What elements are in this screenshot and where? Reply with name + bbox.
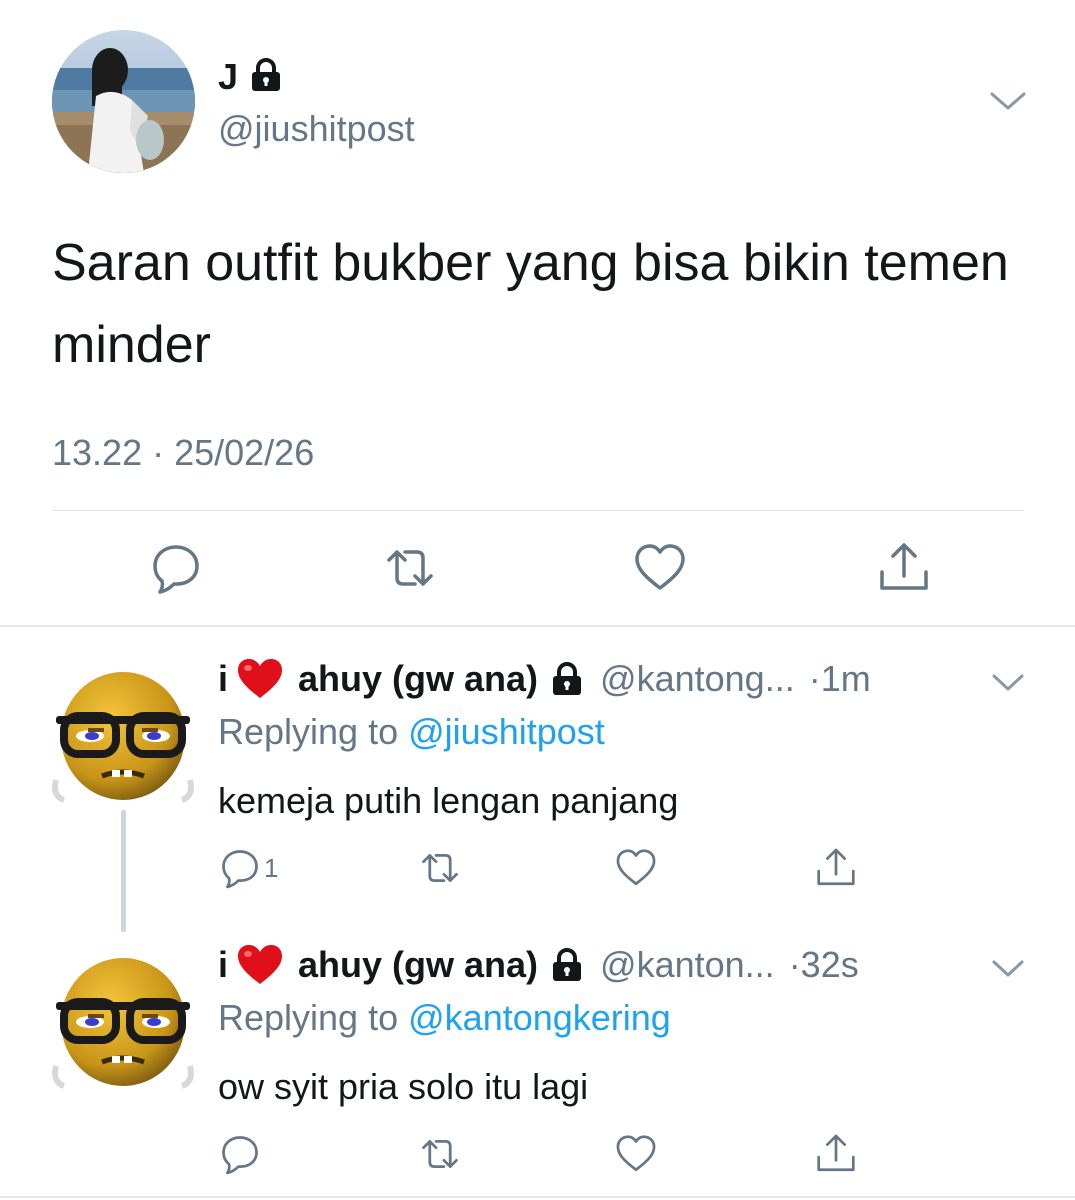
retweet-icon [422, 854, 458, 882]
tweet-text: Saran outfit bukber yang bisa bikin teme… [52, 234, 1009, 374]
replying-to: Replying to @kantongkering [218, 997, 671, 1039]
reply-display-name-prefix[interactable]: i [218, 658, 228, 700]
reply-button[interactable] [218, 1130, 262, 1178]
like-button[interactable] [614, 1130, 658, 1178]
reply-handle[interactable]: @kanton... [600, 944, 775, 986]
retweet-icon [422, 1140, 458, 1168]
reply-text: kemeja putih lengan panjang [218, 780, 679, 821]
reply-button[interactable]: 1 [218, 844, 278, 892]
replying-to-mention[interactable]: @jiushitpost [408, 711, 605, 752]
heart-icon [616, 849, 656, 886]
heart-icon [616, 1135, 656, 1172]
chevron-down-icon[interactable] [988, 86, 1028, 116]
reply-tweet[interactable]: i ahuy (gw ana) @kantong... ·1m Replying… [0, 628, 1075, 918]
retweet-icon[interactable] [382, 540, 438, 596]
replying-to: Replying to @jiushitpost [218, 711, 605, 753]
like-button[interactable] [614, 844, 658, 892]
reply-icon[interactable] [148, 540, 204, 596]
heart-icon[interactable] [632, 540, 688, 596]
author-handle[interactable]: @jiushitpost [218, 108, 415, 150]
share-button[interactable] [814, 844, 858, 892]
reply-display-name[interactable]: ahuy (gw ana) [298, 944, 538, 986]
author-name-row[interactable]: J [218, 56, 283, 98]
main-tweet: J @jiushitpost Saran outfit bukber yang … [0, 0, 1075, 625]
reply-avatar[interactable] [50, 946, 196, 1092]
reply-time[interactable]: ·32s [789, 944, 859, 986]
reply-display-name-prefix[interactable]: i [218, 944, 228, 986]
divider [0, 625, 1075, 627]
divider [0, 1196, 1075, 1198]
reply-name-row[interactable]: i ahuy (gw ana) @kantong... ·1m [218, 658, 871, 700]
share-icon [817, 848, 855, 886]
heart-emoji-icon [236, 658, 284, 700]
reply-count: 1 [264, 852, 279, 883]
chevron-down-icon[interactable] [990, 956, 1026, 982]
reply-avatar[interactable] [50, 660, 196, 806]
share-icon [817, 1134, 855, 1172]
lock-icon [249, 57, 283, 98]
share-button[interactable] [814, 1130, 858, 1178]
reply-handle[interactable]: @kantong... [600, 658, 795, 700]
author-display-name[interactable]: J [218, 56, 239, 98]
reply-icon [222, 850, 258, 889]
share-icon[interactable] [876, 540, 932, 596]
reply-display-name[interactable]: ahuy (gw ana) [298, 658, 538, 700]
retweet-button[interactable] [418, 1130, 462, 1178]
chevron-down-icon[interactable] [990, 670, 1026, 696]
tweet-timestamp[interactable]: 13.22 · 25/02/26 [52, 432, 314, 474]
reply-tweet[interactable]: i ahuy (gw ana) @kanton... ·32s Replying… [0, 914, 1075, 1200]
reply-name-row[interactable]: i ahuy (gw ana) @kanton... ·32s [218, 944, 859, 986]
replying-to-label: Replying to [218, 711, 399, 752]
reply-icon [222, 1136, 258, 1175]
divider [52, 510, 1024, 511]
reply-time[interactable]: ·1m [809, 658, 871, 700]
retweet-button[interactable] [418, 844, 462, 892]
author-avatar[interactable] [52, 30, 195, 173]
lock-icon [550, 947, 584, 983]
replying-to-label: Replying to [218, 997, 399, 1038]
lock-icon [550, 661, 584, 697]
replying-to-mention[interactable]: @kantongkering [408, 997, 671, 1038]
reply-text: ow syit pria solo itu lagi [218, 1066, 589, 1107]
heart-emoji-icon [236, 944, 284, 986]
